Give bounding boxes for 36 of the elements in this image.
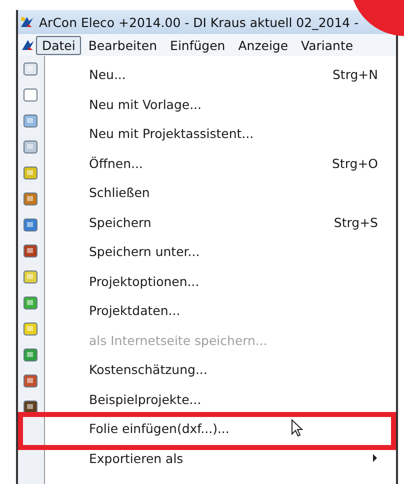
menu-item[interactable]: Projektoptionen... <box>89 266 396 296</box>
submenu-arrow-icon <box>372 454 378 462</box>
tool-icon[interactable] <box>22 86 40 104</box>
tool-icon[interactable] <box>22 320 40 338</box>
menu-item[interactable]: Speichern unter... <box>89 237 396 266</box>
mouse-pointer-icon <box>291 419 303 437</box>
menu-bar-item[interactable]: Anzeige <box>232 36 294 54</box>
menu-item[interactable]: Schließen <box>89 178 396 208</box>
menu-item[interactable]: Projektdaten... <box>89 296 396 326</box>
tool-icon[interactable] <box>22 216 40 234</box>
menu-bar-item[interactable]: Einfügen <box>164 36 232 54</box>
menu-item[interactable]: Neu mit Vorlage... <box>89 90 396 119</box>
menu-bar-item[interactable]: Datei <box>36 36 82 54</box>
tool-icon[interactable] <box>22 60 40 78</box>
app-icon[interactable] <box>21 38 35 52</box>
tool-icon[interactable] <box>22 242 40 260</box>
tool-icon[interactable] <box>22 372 40 390</box>
tool-icon[interactable] <box>22 268 40 286</box>
app-icon <box>20 15 34 29</box>
menu-bar-item[interactable]: Bearbeiten <box>82 36 164 54</box>
tool-icon[interactable] <box>22 190 40 208</box>
menu-item[interactable]: Neu mit Projektassistent... <box>89 119 396 148</box>
menu-item[interactable]: Neu... Strg+N <box>89 60 396 90</box>
tool-icon[interactable] <box>22 164 40 182</box>
menu-item[interactable]: Beispielprojekte... <box>89 384 396 414</box>
menu-item[interactable]: Öffnen... Strg+O <box>89 148 396 178</box>
menu-item[interactable]: Exportieren als <box>89 444 396 473</box>
tool-icon[interactable] <box>22 138 40 156</box>
menu-item[interactable]: Kostenschätzung... <box>89 355 396 384</box>
menu-bar-item[interactable]: Variante <box>295 36 360 54</box>
menu-item[interactable]: Folie einfügen(dxf...)... <box>89 414 396 444</box>
tool-icon[interactable] <box>22 346 40 364</box>
window-title: ArCon Eleco +2014.00 - DI Kraus aktuell 02_2014 - <box>39 14 359 30</box>
tool-icon[interactable] <box>22 294 40 312</box>
menu-item[interactable]: Speichern Strg+S <box>89 208 396 237</box>
tool-icon[interactable] <box>22 112 40 130</box>
